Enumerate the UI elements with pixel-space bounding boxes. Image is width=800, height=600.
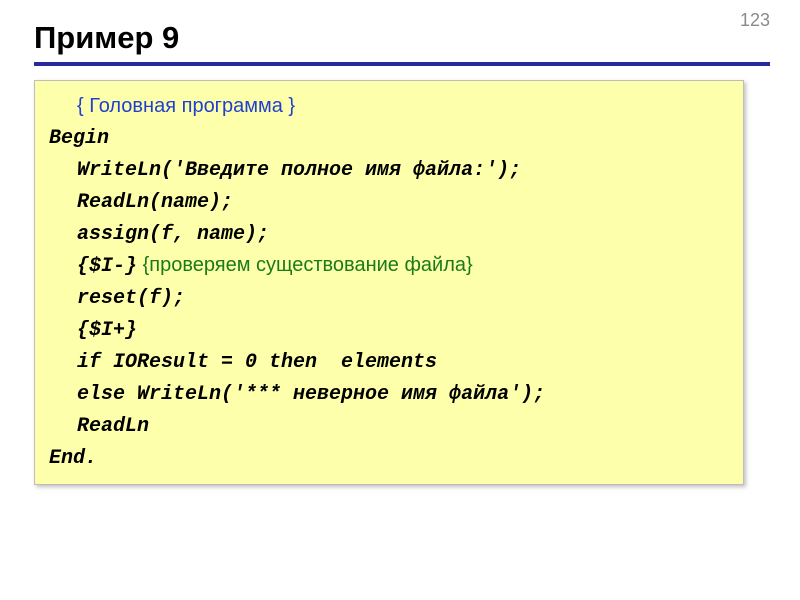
code-line: End. (49, 447, 97, 470)
code-comment-blue: { Головная программа } (77, 95, 295, 117)
title-underline (34, 62, 770, 66)
code-line: assign(f, name); (77, 223, 269, 246)
code-line: WriteLn('Введите полное имя файла:'); (77, 159, 521, 182)
code-comment-green: {проверяем существование файла} (143, 254, 473, 276)
code-line: Begin (49, 127, 109, 150)
page-number: 123 (740, 10, 770, 31)
code-line: {$I+} (77, 319, 137, 342)
code-line: if IOResult = 0 then elements (77, 351, 437, 374)
slide-title: Пример 9 (34, 20, 770, 56)
slide: 123 Пример 9 { Головная программа } Begi… (0, 0, 800, 600)
code-line: reset(f); (77, 287, 185, 310)
code-line: {$I-} (77, 255, 137, 278)
code-box: { Головная программа } Begin WriteLn('Вв… (34, 80, 744, 485)
code-line: ReadLn (77, 415, 149, 438)
code-line: ReadLn(name); (77, 191, 233, 214)
code-line: else WriteLn('*** неверное имя файла'); (77, 383, 545, 406)
